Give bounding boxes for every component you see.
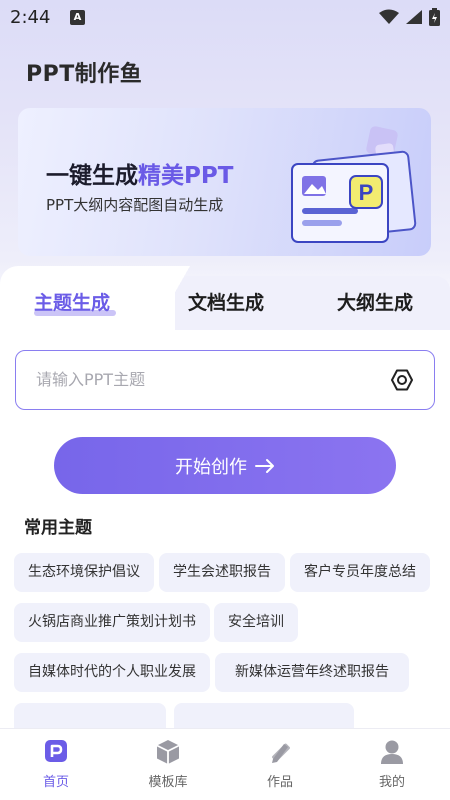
start-create-label: 开始创作 xyxy=(175,456,247,478)
common-topics-title: 常用主题 xyxy=(24,518,92,538)
generation-tabs: 主题生成 文档生成 大纲生成 xyxy=(0,266,450,336)
topic-input[interactable] xyxy=(36,365,376,393)
bottom-nav: 首页 模板库 作品 我的 xyxy=(0,728,450,800)
status-bar: 2:44 A xyxy=(0,0,450,36)
banner-subtitle: PPT大纲内容配图自动生成 xyxy=(46,196,224,214)
ppt-illustration-icon: P xyxy=(291,126,417,243)
nav-home-label: 首页 xyxy=(42,775,69,790)
banner-headline-accent: 精美PPT xyxy=(138,163,234,189)
status-icons xyxy=(379,8,440,26)
nav-templates-label: 模板库 xyxy=(148,775,188,790)
topic-chip[interactable]: 新媒体运营年终述职报告 xyxy=(215,653,409,692)
nav-templates[interactable]: 模板库 xyxy=(128,739,208,790)
topic-chip[interactable]: 火锅店商业推广策划计划书 xyxy=(14,603,210,642)
banner-art-letter: P xyxy=(359,180,374,205)
banner-headline-plain: 一键生成 xyxy=(46,163,138,189)
status-time: 2:44 xyxy=(10,7,51,28)
notification-a-icon: A xyxy=(70,10,85,25)
promo-banner[interactable]: 一键生成精美PPT PPT大纲内容配图自动生成 P xyxy=(18,108,431,256)
tab-document[interactable]: 文档生成 xyxy=(188,288,264,315)
topic-chip[interactable]: 生态环境保护倡议 xyxy=(14,553,154,592)
nav-profile[interactable]: 我的 xyxy=(352,739,432,790)
user-icon xyxy=(381,740,403,764)
app-title: PPT制作鱼 xyxy=(26,62,143,87)
topic-input-box xyxy=(15,350,435,410)
topic-chip[interactable]: 自媒体时代的个人职业发展 xyxy=(14,653,210,692)
topic-chip[interactable]: 客户专员年度总结 xyxy=(290,553,430,592)
wifi-icon xyxy=(379,9,399,24)
battery-icon xyxy=(429,8,440,26)
hexagon-settings-icon[interactable] xyxy=(390,368,414,392)
nav-home[interactable]: 首页 xyxy=(16,739,96,790)
cell-signal-icon xyxy=(406,10,422,24)
topic-chip[interactable]: 学生会述职报告 xyxy=(159,553,285,592)
cube-icon xyxy=(156,740,180,764)
tab-topic[interactable]: 主题生成 xyxy=(34,288,110,315)
banner-headline: 一键生成精美PPT xyxy=(46,156,233,190)
tab-outline[interactable]: 大纲生成 xyxy=(337,288,413,315)
home-ppt-icon xyxy=(45,740,67,762)
nav-profile-label: 我的 xyxy=(378,775,405,790)
pencil-ruler-icon xyxy=(272,743,290,763)
nav-works-label: 作品 xyxy=(266,775,293,790)
start-create-button[interactable]: 开始创作 xyxy=(54,437,396,494)
nav-works[interactable]: 作品 xyxy=(240,739,320,790)
topic-chip[interactable]: 安全培训 xyxy=(214,603,298,642)
arrow-right-icon xyxy=(255,458,274,473)
